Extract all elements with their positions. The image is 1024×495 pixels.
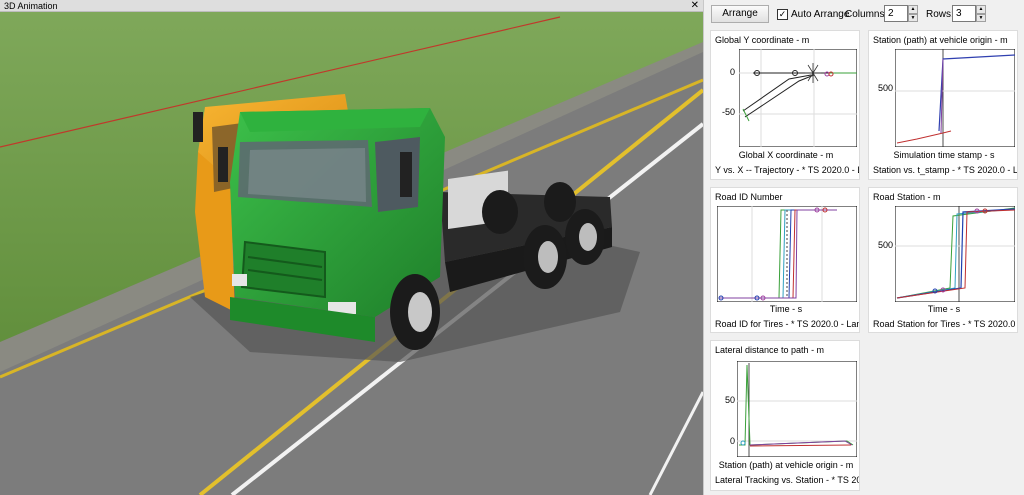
grille: [240, 240, 326, 299]
y-tick-label: 500: [877, 240, 893, 250]
mirror: [218, 147, 228, 182]
auto-arrange-option[interactable]: ✓ Auto Arrange: [777, 7, 849, 21]
plot-station-time[interactable]: Station (path) at vehicle origin - m 500…: [868, 30, 1018, 180]
columns-spinner[interactable]: 2 ▲ ▼: [884, 5, 918, 22]
plot-caption: Road Station for Tires - * TS 2020.0 -: [873, 319, 1018, 329]
auto-arrange-label: Auto Arrange: [791, 8, 850, 20]
animation-title-bar: 3D Animation ✕: [0, 0, 703, 12]
plot-panel: Arrange ✓ Auto Arrange Columns: 2 ▲ ▼ Ro…: [703, 0, 1024, 495]
plot-area: [895, 206, 1015, 302]
plot-title: Lateral distance to path - m: [715, 345, 825, 355]
x-axis-label: Simulation time stamp - s: [893, 150, 995, 160]
rows-spinner[interactable]: 3 ▲ ▼: [952, 5, 986, 22]
plot-title: Station (path) at vehicle origin - m: [873, 35, 1008, 45]
green-truck-cab: [218, 108, 445, 350]
arrange-button[interactable]: Arrange: [711, 5, 769, 23]
y-tick-label: -50: [721, 107, 735, 117]
y-tick-label: 0: [729, 67, 735, 77]
rows-field[interactable]: 3: [952, 5, 976, 22]
plot-title: Road ID Number: [715, 192, 783, 202]
auto-arrange-checkbox[interactable]: ✓: [777, 8, 788, 20]
x-axis-label: Global X coordinate - m: [738, 150, 834, 160]
plot-trajectory[interactable]: Global Y coordinate - m 0 -50 Global X c…: [710, 30, 860, 180]
plot-title: Road Station - m: [873, 192, 941, 202]
columns-up-icon[interactable]: ▲: [908, 5, 918, 14]
rows-down-icon[interactable]: ▼: [976, 13, 986, 22]
plot-area: [895, 49, 1015, 147]
plot-road-id[interactable]: Road ID Number Time - s Road ID for Tire…: [710, 187, 860, 333]
rows-label: Rows:: [926, 9, 954, 20]
plot-area: [739, 49, 857, 147]
plot-road-station[interactable]: Road Station - m 500 Time - s Road Stati…: [868, 187, 1018, 333]
plot-title: Global Y coordinate - m: [715, 35, 810, 45]
x-axis-label: Time - s: [927, 304, 961, 314]
x-axis-label: Station (path) at vehicle origin - m: [718, 460, 854, 470]
plot-lateral-distance[interactable]: Lateral distance to path - m 50 0 Statio…: [710, 340, 860, 491]
y-tick-label: 500: [877, 83, 893, 93]
columns-down-icon[interactable]: ▼: [908, 13, 918, 22]
animation-title: 3D Animation: [4, 1, 58, 11]
columns-field[interactable]: 2: [884, 5, 908, 22]
columns-label: Columns:: [845, 9, 888, 20]
y-tick-label: 0: [729, 436, 735, 446]
animation-window[interactable]: 3D Animation ✕: [0, 0, 703, 495]
plot-caption: Y vs. X -- Trajectory - * TS 2020.0 - L: [715, 165, 860, 175]
animation-viewport[interactable]: [0, 12, 703, 495]
plot-caption: Station vs. t_stamp - * TS 2020.0 - L: [873, 165, 1018, 175]
plot-caption: Road ID for Tires - * TS 2020.0 - Lane: [715, 319, 860, 329]
plot-caption: Lateral Tracking vs. Station - * TS 20: [715, 475, 860, 485]
plot-area: [717, 206, 857, 302]
rows-up-icon[interactable]: ▲: [976, 5, 986, 14]
plot-toolbar: Arrange ✓ Auto Arrange Columns: 2 ▲ ▼ Ro…: [704, 0, 1024, 28]
x-axis-label: Time - s: [769, 304, 803, 314]
plot-area: [737, 361, 857, 457]
side-window: [375, 137, 420, 212]
y-tick-label: 50: [724, 395, 735, 405]
close-icon[interactable]: ✕: [691, 0, 699, 12]
